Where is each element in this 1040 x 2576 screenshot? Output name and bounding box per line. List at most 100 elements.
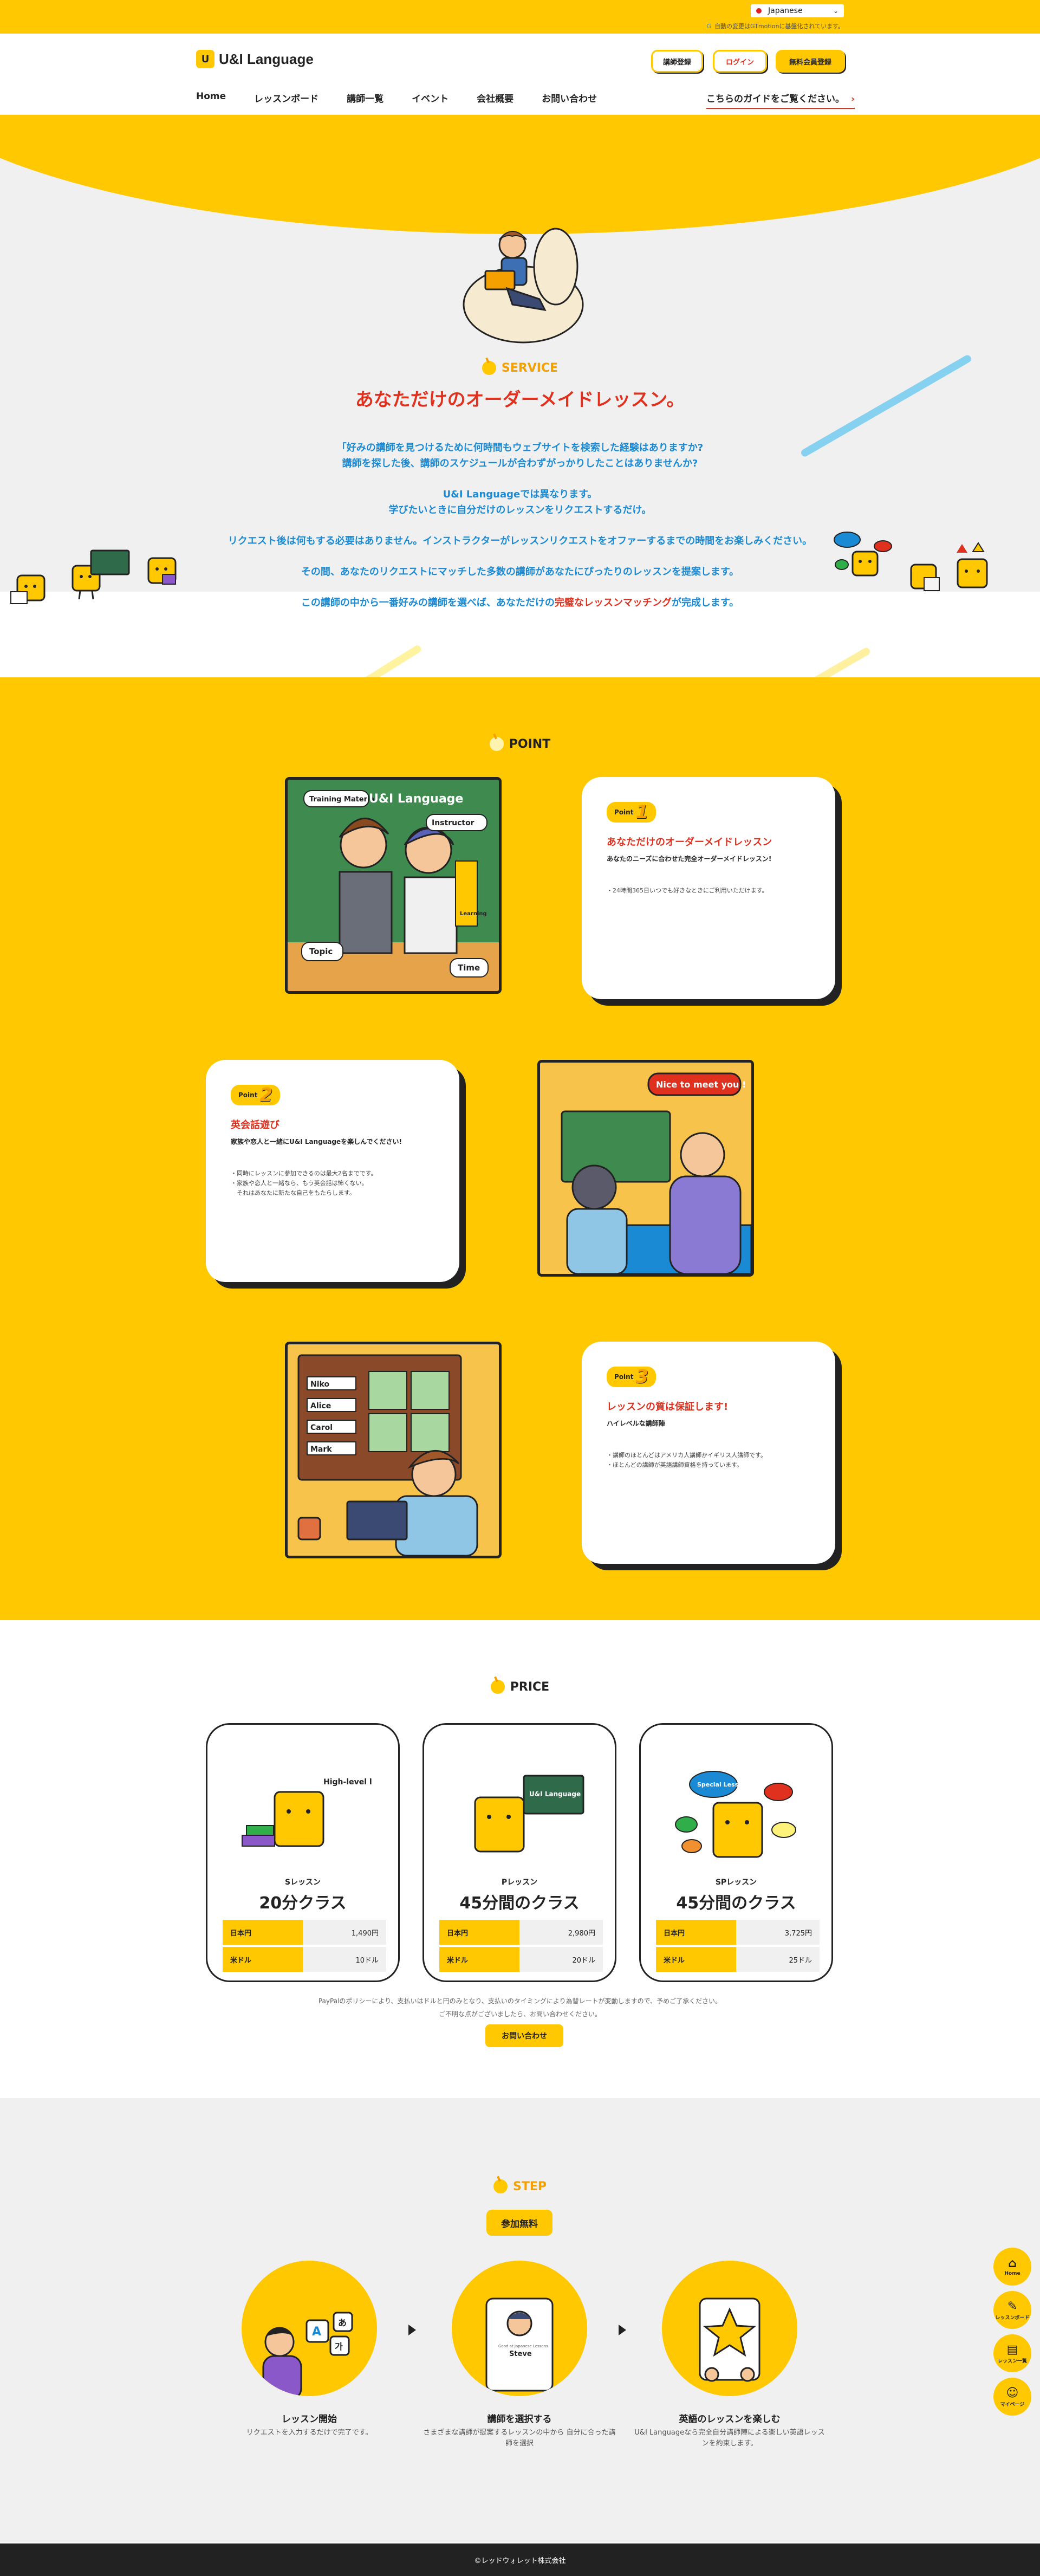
chevron-down-icon: ⌄ — [833, 7, 838, 15]
point-title: レッスンの質は保証します! — [607, 1401, 729, 1413]
flag-icon — [756, 8, 762, 14]
instructor-caption: Good at Japanese Lessons — [498, 2344, 548, 2348]
participant-name: Carol — [310, 1423, 333, 1432]
waving-hand-icon — [493, 2179, 508, 2193]
chevron-right-icon: › — [851, 94, 855, 105]
price-row: 日本円 3,725円 — [656, 1920, 820, 1945]
price-value: 2,980円 — [519, 1920, 603, 1945]
point-image-2: Nice to meet you ! — [537, 1060, 754, 1277]
free-signup-button[interactable]: 無料会員登録 — [776, 50, 845, 73]
translation-note: G 自動の変更はGTmotionに基盤化されています。 — [707, 22, 844, 30]
service-label-text: SERVICE — [501, 361, 558, 375]
contact-button[interactable]: お問い合わせ — [485, 2024, 563, 2047]
side-button-label: Home — [1004, 2271, 1020, 2276]
illustration-caption: Special Lesson — [697, 1781, 747, 1788]
side-lesson-board-button[interactable]: ✎ レッスンボード — [993, 2291, 1031, 2329]
price-table: 日本円 3,725円 米ドル 25ドル — [656, 1920, 820, 1974]
price-value: 3,725円 — [736, 1920, 820, 1945]
illustration-caption: U&I Language — [529, 1790, 581, 1798]
login-button[interactable]: ログイン — [713, 50, 767, 73]
price-value: 1,490円 — [303, 1920, 386, 1945]
arrow-right-icon — [619, 2325, 626, 2335]
site-footer: ©レッドウォレット株式会社 — [0, 2543, 1040, 2576]
service-text-line: 学びたいときに自分だけのレッスンをリクエストするだけ。 — [388, 504, 652, 516]
request-icon: A あ 가 — [262, 2312, 353, 2396]
point-list: ・24時間365日いつでも好きなときにご利用いただけます。 — [607, 886, 810, 896]
currency-label: 日本円 — [223, 1920, 303, 1945]
point-list-item: ・同時にレッスンに参加できるのは最大2名までです。 — [231, 1170, 377, 1177]
price-card-s: High-level lesson Sレッスン 20分クラス 日本円1,490円… — [206, 1723, 400, 1982]
price-row: 日本円 1,490円 — [223, 1920, 386, 1945]
price-label-text: PRICE — [510, 1680, 550, 1694]
nav-home[interactable]: Home — [196, 91, 226, 105]
nav-company[interactable]: 会社概要 — [477, 91, 514, 105]
img-label-learning: Learning — [460, 911, 487, 917]
instructor-name: Steve — [509, 2350, 532, 2358]
plan-duration: 45分間のクラス — [459, 1894, 580, 1913]
plan-duration: 20分クラス — [259, 1894, 347, 1913]
currency-label: 米ドル — [656, 1947, 736, 1972]
service-text-highlight: 完璧なレッスンマッチング — [554, 597, 672, 609]
participant-name: Mark — [310, 1445, 332, 1454]
point-badge: Point 1 — [607, 802, 656, 823]
illustration-caption: High-level lesson — [323, 1778, 372, 1787]
mascot-balloons-illustration: Special Lesson — [675, 1771, 796, 1858]
point-badge: Point 3 — [607, 1367, 656, 1387]
point-list-item: ・家族や恋人と一緒なら、もう英会話は怖くない。 — [231, 1180, 368, 1187]
instructor-card-icon: Good at Japanese Lessons Steve — [485, 2297, 554, 2392]
svg-text:あ: あ — [338, 2318, 347, 2328]
point-subtitle: 家族や恋人と一緒にU&I Languageを楽しんでください! — [231, 1138, 402, 1145]
price-value: 20ドル — [519, 1947, 603, 1972]
service-text-line: 講師を探した後、講師のスケジュールが合わずがっかりしたことはありませんか? — [342, 458, 698, 469]
step-title: 講師を選択する — [487, 2414, 552, 2425]
point-label-text: POINT — [509, 737, 551, 751]
point-badge-text: Point — [614, 1373, 634, 1381]
nav-contact[interactable]: お問い合わせ — [542, 91, 597, 105]
logo[interactable]: U U&I Language — [196, 50, 314, 68]
nav-instructors[interactable]: 講師一覧 — [347, 91, 384, 105]
blackboard-icon — [90, 549, 130, 575]
side-lesson-list-button[interactable]: ▤ レッスン一覧 — [993, 2334, 1031, 2372]
user-icon: ☺ — [1006, 2386, 1019, 2400]
point-card-1: Point 1 あなただけのオーダーメイドレッスン あなたのニーズに合わせた完全オ… — [582, 777, 835, 999]
side-button-label: マイページ — [1000, 2402, 1025, 2407]
price-table: 日本円 2,980円 米ドル 20ドル — [439, 1920, 603, 1974]
service-label: SERVICE — [0, 361, 1040, 375]
language-select[interactable]: Japanese ⌄ — [751, 4, 844, 17]
teacher-illustration: Training Material U&I Language Instructo… — [288, 780, 499, 991]
step-1-circle: A あ 가 — [242, 2261, 377, 2396]
nav-lesson-board[interactable]: レッスンボード — [254, 91, 318, 105]
point-list-item: それはあなたに新たな自己をもたらします。 — [231, 1189, 355, 1196]
step-3-circle — [662, 2261, 797, 2396]
side-home-button[interactable]: ⌂ Home — [993, 2248, 1031, 2286]
point-section: POINT Training Material U&I Language Ins… — [0, 677, 1040, 1620]
waving-hand-icon — [482, 361, 496, 375]
side-mypage-button[interactable]: ☺ マイページ — [993, 2378, 1031, 2416]
mascot-board-illustration: U&I Language — [474, 1775, 584, 1853]
guide-link[interactable]: こちらのガイドをご覧ください。 › — [706, 91, 855, 109]
step-section: STEP 参加無料 A あ 가 Good at Japanese Lessons… — [0, 2098, 1040, 2542]
mascot-icon — [147, 557, 177, 585]
step-2-circle: Good at Japanese Lessons Steve — [452, 2261, 587, 2396]
instructor-register-button[interactable]: 講師登録 — [651, 50, 703, 73]
price-row: 米ドル 25ドル — [656, 1947, 820, 1972]
plan-name: Sレッスン — [284, 1878, 321, 1887]
side-button-label: レッスン一覧 — [997, 2358, 1027, 2364]
service-text-line: U&I Languageでは異なります。 — [443, 489, 597, 500]
nav-events[interactable]: イベント — [412, 91, 448, 105]
free-badge: 参加無料 — [486, 2210, 552, 2236]
price-label: PRICE — [0, 1680, 1040, 1694]
language-value: Japanese — [768, 7, 803, 15]
point-subtitle: あなたのニーズに合わせた完全オーダーメイドレッスン! — [607, 855, 772, 863]
price-card-p: U&I Language Pレッスン 45分間のクラス 日本円 2,980円 米ド… — [422, 1723, 616, 1982]
plan-name: Pレッスン — [501, 1878, 538, 1887]
home-icon: ⌂ — [1008, 2257, 1017, 2270]
step-description: さまざまな講師が提案するレッスンの中から 自分に合った講師を選択 — [423, 2429, 616, 2448]
service-text-line: 「好みの講師を見つけるために何時間もウェブサイトを検索した経験はありますか? — [336, 442, 704, 454]
price-row: 米ドル 20ドル — [439, 1947, 603, 1972]
main-nav: Home レッスンボード 講師一覧 イベント 会社概要 お問い合わせ — [196, 91, 625, 105]
family-lesson-illustration: Nice to meet you ! — [540, 1063, 751, 1274]
point-image-3: Niko Alice Carol Mark — [285, 1342, 502, 1558]
point-label: POINT — [0, 737, 1040, 751]
plan-duration: 45分間のクラス — [676, 1894, 796, 1913]
